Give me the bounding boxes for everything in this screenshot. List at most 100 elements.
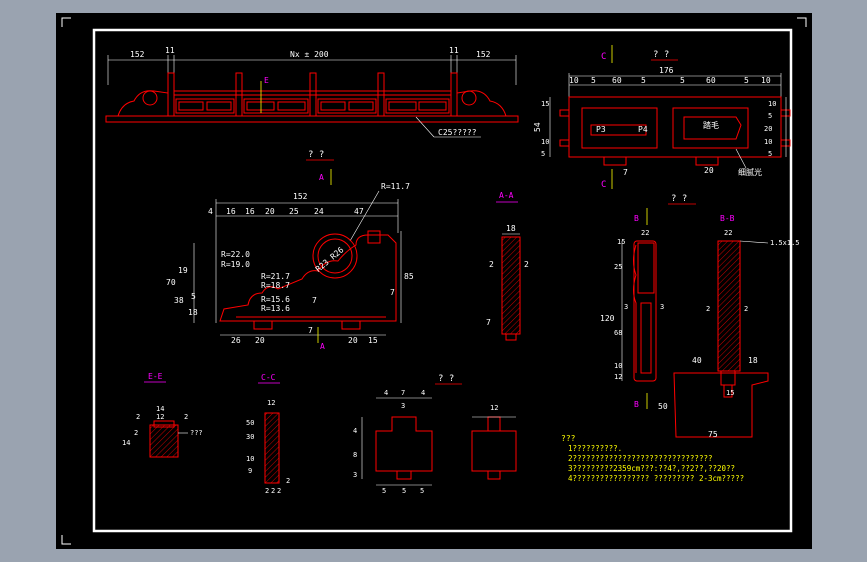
bb-dim-3: 2 — [744, 305, 748, 313]
panel-title: ? ? — [308, 150, 324, 160]
panel-section-a: A — [319, 173, 324, 182]
elev-dim-3: Nx ± 200 — [290, 50, 329, 59]
bb-chamfer: 1.5x1.5 — [770, 239, 800, 247]
block-top-dim-3: 4 — [421, 389, 425, 397]
base-dim-5: 15 — [726, 389, 734, 397]
panel-dim-4: 20 — [265, 207, 275, 216]
elev-dim-5: 152 — [476, 50, 491, 59]
cap-plan-view: C ? ? 176 10 5 60 5 5 60 5 10 P3 P4 踏毛 5… — [533, 45, 791, 190]
ee-dim-5: 14 — [122, 439, 130, 447]
panel-misc-2: 7 — [308, 326, 313, 335]
plan-bottom-c: C — [601, 180, 606, 190]
ee-note: ??? — [190, 429, 203, 437]
cc-dim-5: 9 — [248, 467, 252, 475]
plan-finish-note: 细腻光 — [738, 167, 762, 177]
section-aa-dim-3: 2 — [524, 260, 529, 269]
plan-dim-1: 10 — [569, 76, 579, 85]
ee-dim-1: 14 — [156, 405, 164, 413]
panel-left-dim-1: 70 — [166, 278, 176, 287]
section-aa-title: A-A — [499, 191, 514, 200]
post-section-bb: B-B — [720, 214, 735, 223]
panel-dim-1: 4 — [208, 207, 213, 216]
block-title: ? ? — [438, 374, 454, 384]
post-elevation: ? ? B B-B 22 15 25 120 68 10 12 3 3 B 22… — [600, 194, 800, 439]
post-dim-1: 22 — [641, 229, 649, 237]
elev-dim-1: 152 — [130, 50, 145, 59]
plan-right-dim-5: 5 — [768, 150, 772, 158]
bb-dim-1: 22 — [724, 229, 732, 237]
plan-dim-4: 5 — [641, 76, 646, 85]
section-aa-dim-1: 18 — [506, 224, 516, 233]
cc-dim-2: 50 — [246, 419, 254, 427]
panel-dim-7: 47 — [354, 207, 364, 216]
plan-dim-6: 60 — [706, 76, 716, 85]
notes-heading: ??? — [561, 434, 576, 443]
block-side-dim-2: 8 — [353, 451, 357, 459]
panel-dim-6: 24 — [314, 207, 324, 216]
post-section-b2: B — [634, 400, 639, 409]
cc-dim-1: 12 — [267, 399, 275, 407]
panel-dim-2: 16 — [226, 207, 236, 216]
post-dim-8: 3 — [624, 303, 628, 311]
cc-dim-9: 2 — [286, 477, 290, 485]
plan-label-p3: P3 — [596, 125, 606, 134]
plan-label-p4: P4 — [638, 125, 648, 134]
elev-dim-2: 11 — [165, 46, 175, 55]
elev-dim-4: 11 — [449, 46, 459, 55]
post-dim-5: 68 — [614, 329, 622, 337]
plan-right-dim-1: 10 — [768, 100, 776, 108]
base-dim-2: 18 — [748, 356, 758, 365]
plan-right-dim-2: 5 — [768, 112, 772, 120]
ee-dim-3: 12 — [156, 413, 164, 421]
plan-dim-5: 5 — [680, 76, 685, 85]
panel-overall-dim: 152 — [293, 192, 308, 201]
cc-dim-8: 2 — [277, 487, 281, 495]
elev-note: C25????? — [438, 128, 477, 137]
panel-radius-1: R=22.0 — [221, 250, 250, 259]
plan-dim-8: 10 — [761, 76, 771, 85]
notes-line-2: 2??????????????????????????????? — [568, 454, 713, 463]
section-a-a: A-A 18 2 2 7 — [486, 191, 529, 341]
panel-right-dim-2: 7 — [390, 288, 395, 297]
panel-left-dim-3: 38 — [174, 296, 184, 305]
general-notes: ??? 1??????????. 2??????????????????????… — [561, 434, 744, 483]
block-bottom-dim-2: 5 — [402, 487, 406, 495]
cap-block-detail: ? ? 4 7 4 3 4 8 3 5 5 5 12 — [353, 374, 517, 495]
plan-side-dim-1: 54 — [533, 122, 542, 132]
panel-radius-3: R=21.7 — [261, 272, 290, 281]
plan-right-dim-3: 20 — [764, 125, 772, 133]
plan-label-finish: 踏毛 — [703, 120, 719, 130]
post-dim-4: 120 — [600, 314, 615, 323]
panel-misc-1: 7 — [312, 296, 317, 305]
railing-elevation: 152 11 Nx ± 200 11 152 E C25????? — [105, 46, 519, 138]
post-dim-9: 3 — [660, 303, 664, 311]
block-side-dim-1: 4 — [353, 427, 357, 435]
section-aa-dim-4: 7 — [486, 318, 491, 327]
panel-section-a2: A — [320, 342, 325, 351]
cad-viewport[interactable]: 152 11 Nx ± 200 11 152 E C25????? C ? ? … — [56, 13, 812, 549]
panel-radius-2: R=19.0 — [221, 260, 250, 269]
cc-dim-6: 2 — [265, 487, 269, 495]
base-dim-1: 40 — [692, 356, 702, 365]
panel-radius-top: R=11.7 — [381, 182, 410, 191]
plan-bottom-dim-1: 20 — [704, 166, 714, 175]
plan-bottom-dim-2: 7 — [623, 168, 628, 177]
panel-bottom-dim-3: 20 — [348, 336, 358, 345]
post-dim-6: 10 — [614, 362, 622, 370]
post-dim-3: 25 — [614, 263, 622, 271]
ee-dim-6: 2 — [134, 429, 138, 437]
post-dim-2: 15 — [617, 238, 625, 246]
plan-side-dim-4: 5 — [541, 150, 545, 158]
notes-line-1: 1??????????. — [568, 444, 622, 453]
block-side-dim-3: 3 — [353, 471, 357, 479]
plan-side-dim-3: 10 — [541, 138, 549, 146]
section-c-c: C-C 12 50 30 10 9 2 2 2 2 — [246, 373, 290, 495]
section-cc-title: C-C — [261, 373, 276, 382]
plan-c-label: C — [601, 52, 606, 62]
panel-bottom-dim-4: 15 — [368, 336, 378, 345]
plan-dim-3: 60 — [612, 76, 622, 85]
block-bottom-dim-3: 5 — [420, 487, 424, 495]
panel-bottom-dim-1: 26 — [231, 336, 241, 345]
panel-radius-5: R=15.6 — [261, 295, 290, 304]
plan-dim-2: 5 — [591, 76, 596, 85]
